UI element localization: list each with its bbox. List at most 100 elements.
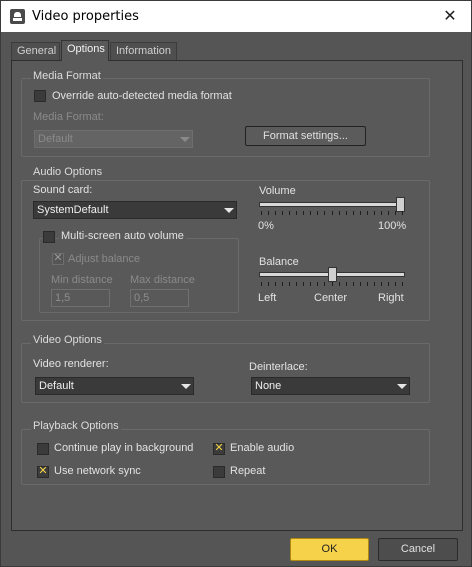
balance-slider-thumb[interactable] (328, 267, 337, 282)
check-x-icon: ✕ (214, 441, 224, 454)
slider-tick (339, 211, 340, 215)
playback-options-title: Playback Options (31, 420, 121, 432)
tab-options[interactable]: Options (61, 40, 109, 61)
slider-tick (402, 211, 403, 215)
max-distance-value: 0,5 (134, 292, 150, 304)
min-distance-input[interactable]: 1,5 (51, 289, 110, 307)
window-title: Video properties (32, 9, 139, 24)
sound-card-select[interactable]: SystemDefault (33, 201, 237, 219)
balance-label: Balance (259, 256, 299, 268)
audio-options-title: Audio Options (31, 166, 105, 178)
slider-tick (381, 211, 382, 215)
media-format-label: Media Format: (33, 111, 104, 123)
format-settings-button[interactable]: Format settings... (245, 126, 366, 146)
close-icon[interactable]: ✕ (439, 6, 461, 26)
slider-tick (395, 282, 396, 286)
slider-tick (395, 211, 396, 215)
tab-information[interactable]: Information (110, 42, 177, 60)
volume-min-label: 0% (258, 220, 274, 232)
video-properties-window: Video properties ✕ General Options Infor… (0, 0, 472, 567)
deinterlace-label: Deinterlace: (249, 361, 308, 373)
slider-tick (374, 211, 375, 215)
balance-left-label: Left (258, 292, 277, 304)
slider-tick (332, 211, 333, 215)
balance-right-label: Right (378, 292, 404, 304)
enable-audio-label: Enable audio (230, 442, 295, 454)
slider-tick (282, 282, 283, 286)
slider-tick (367, 211, 368, 215)
slider-tick (282, 211, 283, 215)
slider-tick (261, 282, 262, 286)
slider-tick (310, 282, 311, 286)
slider-tick (381, 282, 382, 286)
check-x-icon: ✕ (53, 251, 63, 264)
user-app-icon (10, 9, 25, 24)
slider-tick (296, 282, 297, 286)
adjust-balance-checkbox[interactable]: ✕ (52, 251, 64, 265)
override-format-checkbox[interactable] (34, 90, 46, 102)
check-x-icon: ✕ (38, 464, 48, 477)
video-renderer-select[interactable]: Default (35, 377, 194, 395)
min-distance-label: Min distance (51, 274, 113, 286)
slider-tick (296, 211, 297, 215)
slider-tick (388, 282, 389, 286)
balance-center-label: Center (314, 292, 348, 304)
slider-tick (332, 282, 333, 286)
ok-button[interactable]: OK (290, 538, 369, 561)
slider-tick (317, 282, 318, 286)
slider-tick (402, 282, 403, 286)
slider-tick (388, 211, 389, 215)
balance-ticks (261, 282, 403, 286)
media-format-value: Default (38, 133, 73, 145)
volume-max-label: 100% (378, 220, 407, 232)
slider-tick (303, 211, 304, 215)
chevron-down-icon (220, 202, 236, 218)
media-format-select[interactable]: Default (34, 130, 193, 148)
video-renderer-label: Video renderer: (33, 358, 109, 370)
slider-tick (324, 211, 325, 215)
deinterlace-value: None (255, 380, 282, 392)
repeat-label: Repeat (230, 465, 266, 477)
deinterlace-select[interactable]: None (251, 377, 410, 395)
enable-audio-checkbox[interactable]: ✕ (213, 441, 225, 455)
continue-play-label: Continue play in background (54, 442, 194, 454)
slider-tick (303, 282, 304, 286)
slider-tick (346, 282, 347, 286)
tab-general[interactable]: General (11, 42, 60, 60)
slider-tick (374, 282, 375, 286)
slider-tick (268, 211, 269, 215)
video-options-title: Video Options (31, 334, 104, 346)
network-sync-checkbox[interactable]: ✕ (37, 464, 49, 478)
slider-tick (353, 211, 354, 215)
override-format-label: Override auto-detected media format (52, 90, 232, 102)
slider-tick (360, 211, 361, 215)
slider-tick (317, 211, 318, 215)
slider-tick (310, 211, 311, 215)
max-distance-label: Max distance (130, 274, 195, 286)
chevron-down-icon (176, 131, 192, 147)
max-distance-input[interactable]: 0,5 (130, 289, 189, 307)
multiscreen-checkbox[interactable] (43, 231, 55, 243)
slider-tick (268, 282, 269, 286)
volume-slider-track[interactable] (259, 202, 405, 207)
options-panel: Media Format Override auto-detected medi… (11, 60, 463, 531)
multiscreen-label: Multi-screen auto volume (59, 230, 186, 242)
continue-play-checkbox[interactable] (37, 443, 49, 455)
slider-tick (275, 211, 276, 215)
slider-tick (367, 282, 368, 286)
title-bar: Video properties ✕ (1, 1, 471, 32)
volume-ticks (261, 211, 403, 215)
slider-tick (353, 282, 354, 286)
chevron-down-icon (177, 378, 193, 394)
adjust-balance-label: Adjust balance (68, 253, 141, 265)
volume-slider-thumb[interactable] (396, 197, 405, 212)
slider-tick (324, 282, 325, 286)
volume-label: Volume (259, 185, 296, 197)
slider-tick (275, 282, 276, 286)
sound-card-value: SystemDefault (37, 204, 109, 216)
slider-tick (339, 282, 340, 286)
cancel-button[interactable]: Cancel (378, 538, 458, 561)
media-format-title: Media Format (31, 70, 103, 82)
repeat-checkbox[interactable] (213, 466, 225, 478)
chevron-down-icon (393, 378, 409, 394)
